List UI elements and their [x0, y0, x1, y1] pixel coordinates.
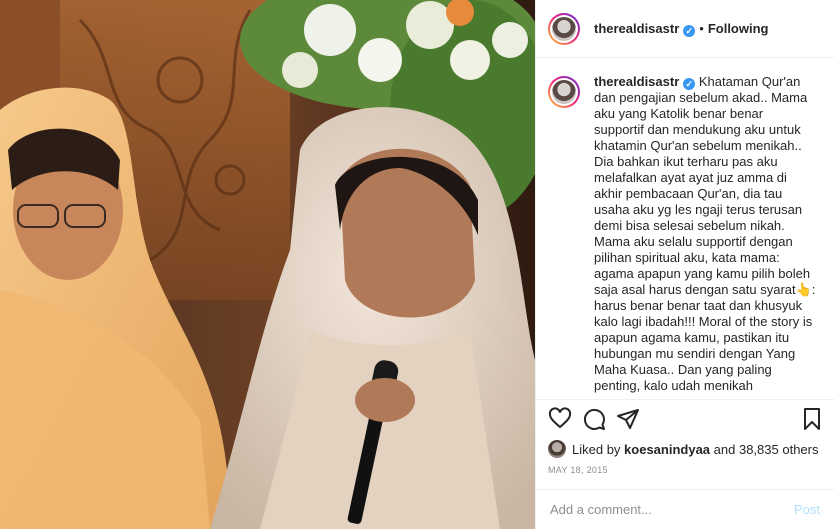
verified-badge-icon: ✓ [683, 24, 696, 37]
post-header: therealdisastr ✓ • Following [536, 0, 834, 58]
likes-line: Liked by koesanindyaa and 38,835 others [536, 437, 834, 461]
caption-avatar[interactable] [548, 76, 580, 108]
comment-input[interactable] [550, 502, 794, 517]
bookmark-icon[interactable] [800, 407, 824, 431]
caption-section: therealdisastr ✓ Khataman Qur'an dan peng… [536, 58, 834, 399]
share-icon[interactable] [616, 407, 640, 431]
caption: therealdisastr ✓ Khataman Qur'an dan peng… [594, 74, 816, 399]
avatar[interactable] [548, 12, 580, 45]
likes-suffix[interactable]: and 38,835 others [714, 442, 819, 457]
comment-bar: Post [536, 489, 834, 529]
caption-username[interactable]: therealdisastr ✓ [594, 74, 696, 90]
liker-username[interactable]: koesanindyaa [624, 442, 710, 457]
comment-icon[interactable] [582, 407, 606, 431]
post-comment-button[interactable]: Post [794, 502, 820, 517]
action-bar [536, 399, 834, 437]
following-button[interactable]: Following [708, 21, 769, 36]
separator-dot: • [699, 21, 704, 36]
liker-avatar[interactable] [548, 440, 566, 458]
username-link[interactable]: therealdisastr ✓ [594, 20, 696, 37]
heart-icon[interactable] [548, 406, 572, 431]
post-modal: therealdisastr ✓ • Following therealdisas… [0, 0, 834, 529]
username-text: therealdisastr [594, 20, 680, 36]
verified-badge-icon: ✓ [683, 78, 696, 90]
post-photo[interactable] [0, 0, 535, 529]
likes-prefix: Liked by [572, 441, 621, 457]
caption-text: Khataman Qur'an dan pengajian sebelum ak… [594, 74, 816, 393]
post-side-panel: therealdisastr ✓ • Following therealdisas… [535, 0, 834, 529]
caption-username-text: therealdisastr [594, 74, 680, 89]
post-date[interactable]: MAY 18, 2015 [536, 461, 834, 483]
